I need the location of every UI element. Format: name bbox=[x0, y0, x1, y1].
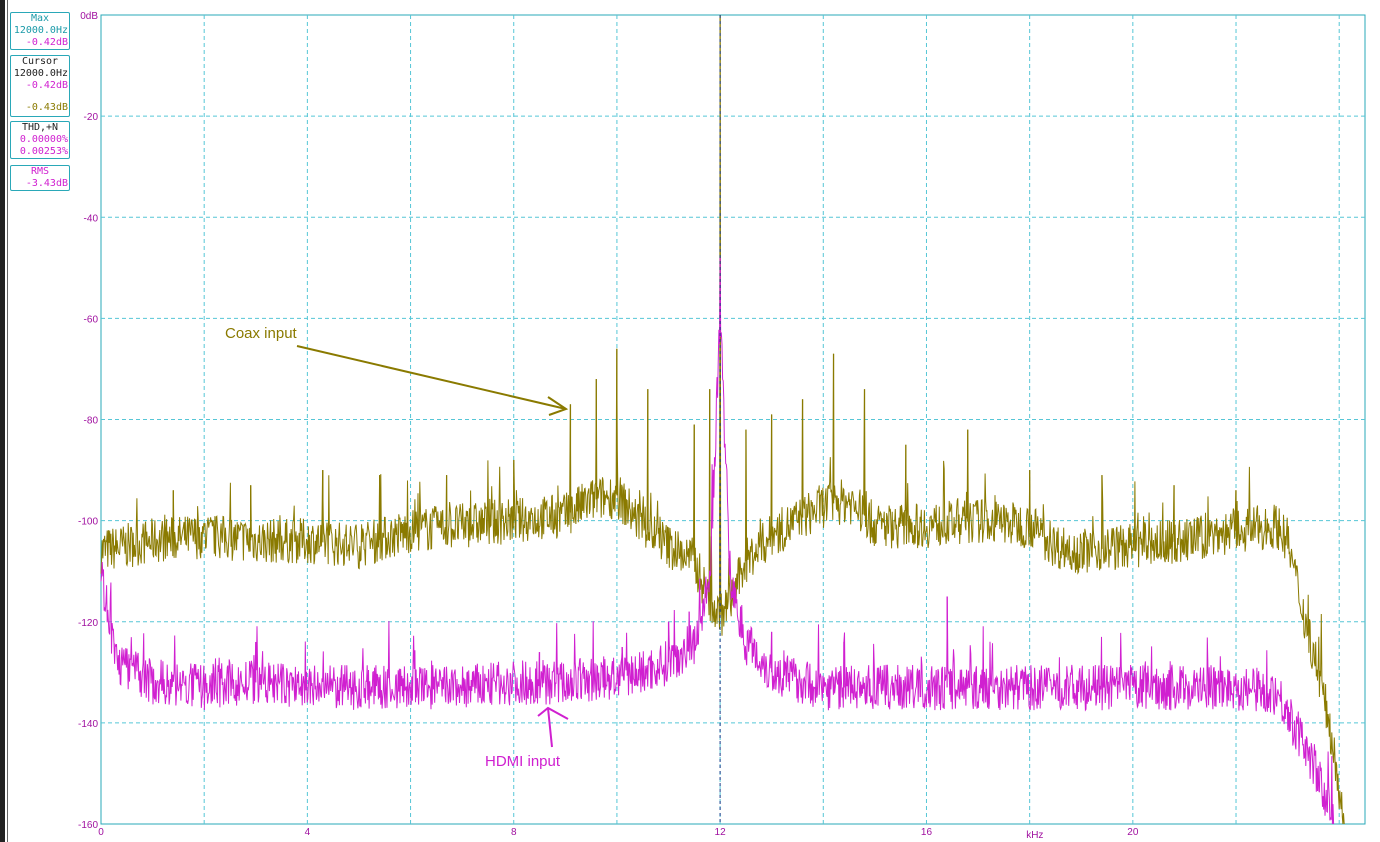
x-tick-label: 4 bbox=[305, 827, 311, 838]
thd-hdmi: 0.00000% bbox=[19, 134, 68, 145]
y-tick-label: -80 bbox=[84, 416, 99, 427]
thd-coax: 0.00253% bbox=[19, 146, 68, 157]
thd-title: THD,+N bbox=[21, 122, 59, 133]
x-tick-label: 16 bbox=[921, 827, 933, 838]
x-tick-label: 12 bbox=[715, 827, 727, 838]
y-tick-label: -100 bbox=[78, 517, 98, 528]
y-tick-label: -140 bbox=[78, 719, 98, 730]
cursor-level-coax: -0.43dB bbox=[25, 102, 68, 113]
thd-readout: THD,+N 0.00000% 0.00253% bbox=[10, 121, 70, 159]
x-axis-label: kHz bbox=[1026, 830, 1043, 841]
max-level: -0.42dB bbox=[25, 37, 68, 48]
x-tick-label: 0 bbox=[98, 827, 104, 838]
y-tick-label: -60 bbox=[84, 314, 99, 325]
y-tick-label: -160 bbox=[78, 820, 98, 831]
cursor-spacer bbox=[11, 92, 69, 102]
cursor-title: Cursor bbox=[21, 56, 59, 67]
max-readout: Max 12000.0Hz -0.42dB bbox=[10, 12, 70, 50]
y-tick-label: -40 bbox=[84, 213, 99, 224]
cursor-frequency: 12000.0Hz bbox=[13, 68, 68, 79]
spectrum-chart[interactable]: 0dB -20 -40 -60 -80 -100 -120 -140 -1600 4 8 12 16 20… bbox=[0, 0, 1380, 842]
y-tick-label: -120 bbox=[78, 618, 98, 629]
cursor-readout: Cursor 12000.0Hz -0.42dB -0.43dB bbox=[10, 55, 70, 117]
x-tick-label: 8 bbox=[511, 827, 517, 838]
max-title: Max bbox=[30, 13, 50, 24]
max-frequency: 12000.0Hz bbox=[13, 25, 68, 36]
cursor-level-hdmi: -0.42dB bbox=[25, 80, 68, 91]
y-tick-label: 0dB bbox=[80, 11, 98, 22]
rms-title: RMS bbox=[30, 166, 50, 177]
x-tick-label: 20 bbox=[1127, 827, 1139, 838]
y-tick-label: -20 bbox=[84, 112, 99, 123]
rms-readout: RMS -3.43dB bbox=[10, 165, 70, 191]
spectrum-analyzer-window: 0dB -20 -40 -60 -80 -100 -120 -140 -160 0 4 8 12 16 20… bbox=[0, 0, 1380, 842]
annotation-hdmi-label: HDMI input bbox=[485, 753, 561, 770]
rms-value: -3.43dB bbox=[25, 178, 68, 189]
annotation-coax-label: Coax input bbox=[225, 325, 298, 342]
